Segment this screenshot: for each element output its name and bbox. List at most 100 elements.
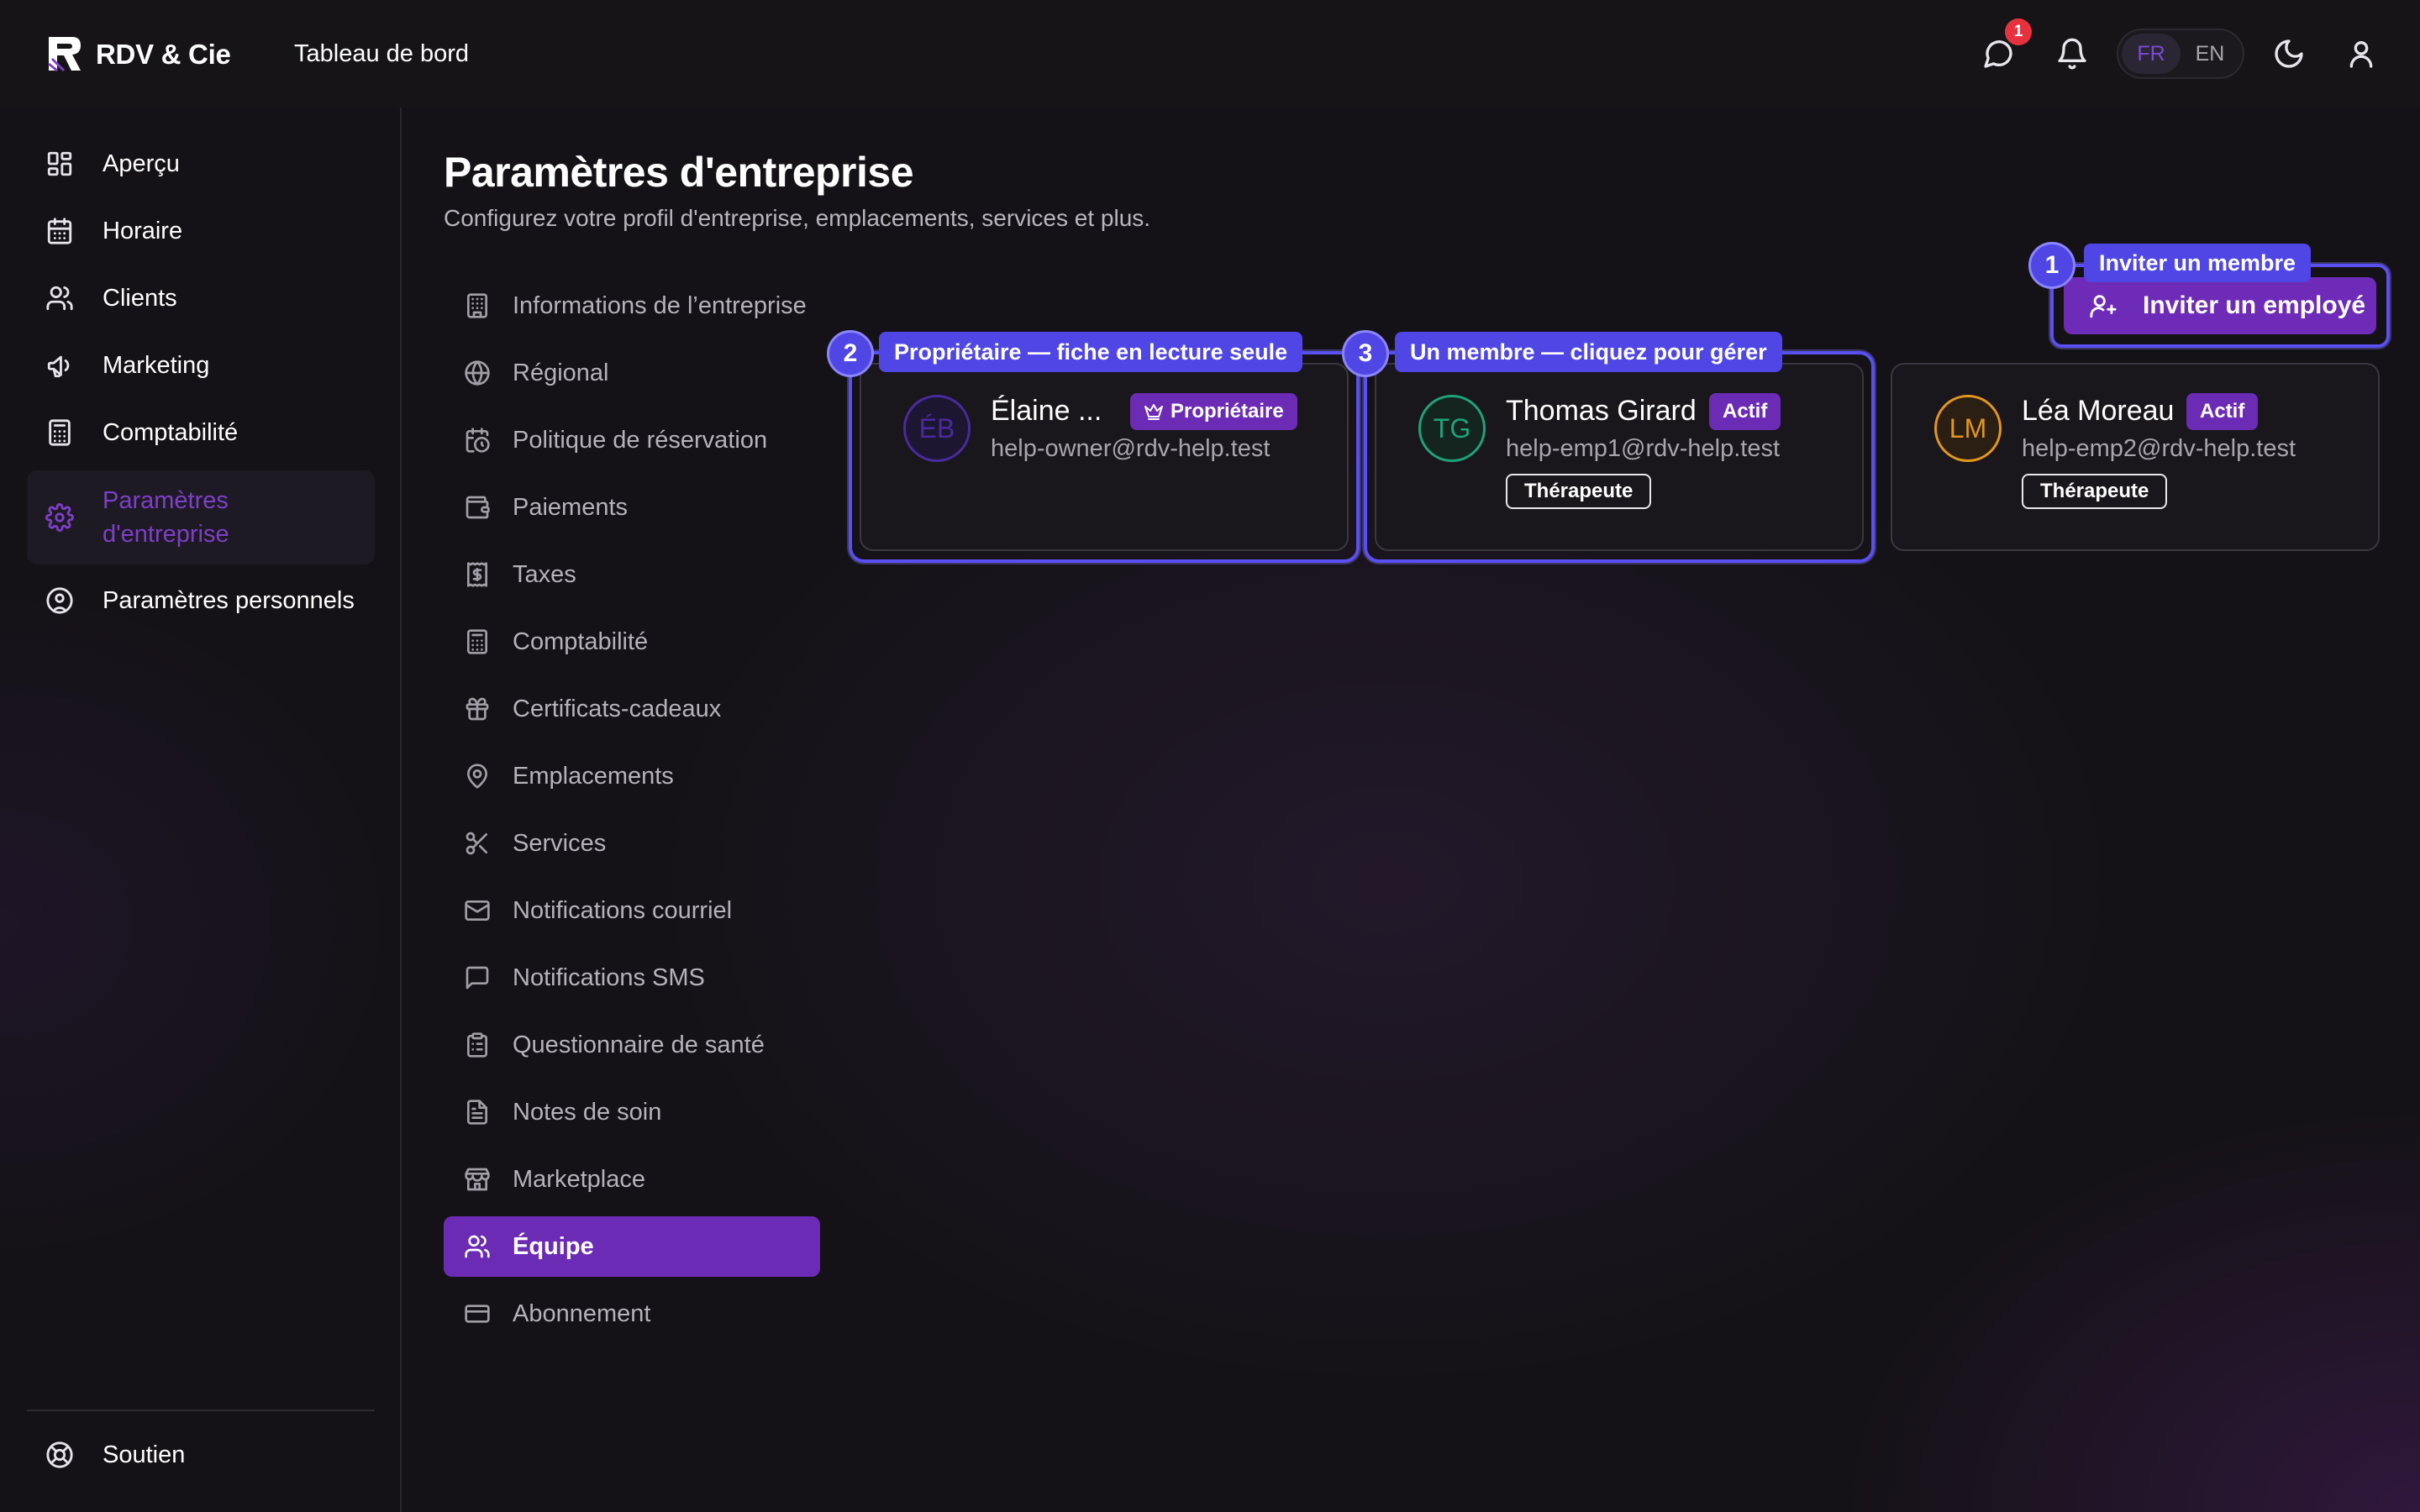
notifications-button[interactable] (2055, 37, 2089, 71)
sidebar: Aperçu Horaire Clients Marketing Comptab… (0, 108, 402, 1512)
clipboard-icon (467, 1032, 487, 1058)
brand-name[interactable]: RDV & Cie (96, 39, 231, 71)
avatar: ÉB (903, 395, 971, 462)
settings-item-label: Informations de l’entreprise (513, 291, 807, 319)
settings-item-services[interactable]: Services (444, 813, 820, 874)
language-en-option[interactable]: EN (2181, 34, 2239, 74)
sidebar-item-apercu[interactable]: Aperçu (27, 137, 375, 191)
settings-item-notifications-sms[interactable]: Notifications SMS (444, 948, 820, 1008)
settings-item-label: Notifications SMS (513, 963, 705, 991)
owner-badge: Propriétaire (1130, 393, 1297, 430)
sidebar-item-parametres-personnels[interactable]: Paramètres personnels (27, 574, 375, 627)
settings-item-label: Questionnaire de santé (513, 1031, 765, 1058)
lifebuoy-icon (46, 1441, 73, 1468)
settings-item-emplacements[interactable]: Emplacements (444, 746, 820, 806)
sidebar-item-label: Paramètres d'entreprise (103, 487, 229, 548)
settings-item-marketplace[interactable]: Marketplace (444, 1149, 820, 1210)
member-email: help-emp1@rdv-help.test (1506, 435, 1781, 462)
gift-icon (466, 697, 489, 721)
notification-count-badge: 1 (2005, 18, 2032, 45)
settings-item-label: Notes de soin (513, 1098, 662, 1126)
sidebar-item-soutien[interactable]: Soutien (27, 1428, 375, 1482)
sidebar-item-label: Paramètres personnels (103, 586, 355, 614)
callout-number-1: 1 (2028, 242, 2075, 289)
member-email: help-emp2@rdv-help.test (2022, 435, 2296, 462)
gear-icon (45, 503, 74, 532)
settings-item-label: Paiements (513, 493, 629, 521)
map-pin-icon (467, 764, 487, 789)
callout-number-3: 3 (1342, 330, 1389, 377)
avatar: LM (1934, 395, 2002, 462)
users-icon (46, 286, 73, 311)
role-tag: Thérapeute (1506, 474, 1652, 509)
settings-item-taxes[interactable]: Taxes (444, 544, 820, 605)
settings-item-notes-soin[interactable]: Notes de soin (444, 1082, 820, 1142)
users-icon (465, 1235, 490, 1258)
sidebar-item-clients[interactable]: Clients (27, 271, 375, 325)
brand-logo-icon[interactable] (44, 34, 84, 74)
file-text-icon (467, 1100, 487, 1125)
moon-icon (2275, 39, 2303, 68)
member-card-owner[interactable]: ÉB Élaine ... Propriétaire help-owner@rd… (860, 363, 1349, 551)
member-card-lea[interactable]: LM Léa Moreau Actif help-emp2@rdv-help.t… (1891, 363, 2380, 551)
settings-item-informations[interactable]: Informations de l’entreprise (444, 276, 820, 336)
sidebar-divider (27, 1410, 375, 1411)
megaphone-icon (47, 355, 70, 378)
theme-toggle-button[interactable] (2272, 37, 2306, 71)
settings-item-paiements[interactable]: Paiements (444, 477, 820, 538)
language-switcher: FR EN (2117, 29, 2244, 79)
settings-item-questionnaire[interactable]: Questionnaire de santé (444, 1015, 820, 1075)
sidebar-item-horaire[interactable]: Horaire (27, 204, 375, 258)
settings-item-comptabilite[interactable]: Comptabilité (444, 612, 820, 672)
settings-item-abonnement[interactable]: Abonnement (444, 1284, 820, 1344)
callout-label-1: Inviter un membre (2084, 244, 2312, 282)
callout-label-3: Un membre — cliquez pour gérer (1395, 332, 1782, 372)
sidebar-item-parametres-entreprise[interactable]: Paramètres d'entreprise (27, 470, 375, 564)
member-email: help-owner@rdv-help.test (991, 435, 1270, 462)
crown-icon (1144, 404, 1163, 420)
sidebar-item-label: Comptabilité (103, 418, 239, 446)
callout-label-2: Propriétaire — fiche en lecture seule (879, 332, 1303, 372)
calculator-icon (467, 629, 487, 654)
settings-item-politique[interactable]: Politique de réservation (444, 410, 820, 470)
mail-icon (465, 900, 490, 921)
grid-icon (47, 151, 72, 176)
settings-item-label: Équipe (513, 1232, 594, 1260)
globe-icon (465, 360, 490, 386)
settings-item-regional[interactable]: Régional (444, 343, 820, 403)
settings-item-label: Comptabilité (513, 627, 649, 655)
sidebar-item-label: Horaire (103, 217, 183, 244)
sidebar-item-label: Marketing (103, 351, 210, 379)
bell-icon (2058, 38, 2086, 70)
settings-item-certificats[interactable]: Certificats-cadeaux (444, 679, 820, 739)
invite-button-label: Inviter un employé (2143, 291, 2366, 319)
invite-employee-button[interactable]: Inviter un employé (2064, 277, 2376, 334)
user-circle-icon (46, 587, 73, 614)
user-plus-icon (2090, 295, 2117, 318)
settings-item-notifications-courriel[interactable]: Notifications courriel (444, 880, 820, 941)
calendar-clock-icon (466, 428, 490, 453)
settings-item-label: Marketplace (513, 1165, 645, 1193)
settings-item-label: Notifications courriel (513, 896, 733, 924)
receipt-dollar-icon (467, 562, 487, 587)
member-card-thomas[interactable]: TG Thomas Girard Actif help-emp1@rdv-hel… (1375, 363, 1864, 551)
settings-item-label: Régional (513, 359, 609, 386)
language-fr-option[interactable]: FR (2122, 34, 2181, 74)
status-badge: Actif (1709, 393, 1781, 430)
settings-item-label: Services (513, 829, 607, 857)
settings-item-label: Certificats-cadeaux (513, 695, 722, 722)
sidebar-item-label: Aperçu (103, 150, 180, 177)
sidebar-item-comptabilite[interactable]: Comptabilité (27, 406, 375, 459)
page-title: Paramètres d'entreprise (444, 149, 914, 196)
scissors-icon (466, 832, 487, 855)
settings-item-label: Politique de réservation (513, 426, 768, 454)
building-icon (467, 293, 487, 318)
settings-item-equipe[interactable]: Équipe (444, 1216, 820, 1277)
store-icon (465, 1168, 490, 1191)
role-tag: Thérapeute (2022, 474, 2168, 509)
dashboard-link[interactable]: Tableau de bord (294, 40, 469, 68)
account-button[interactable] (2344, 37, 2378, 71)
credit-card-icon (465, 1305, 490, 1323)
sidebar-item-marketing[interactable]: Marketing (27, 339, 375, 392)
callout-number-2: 2 (827, 330, 874, 377)
